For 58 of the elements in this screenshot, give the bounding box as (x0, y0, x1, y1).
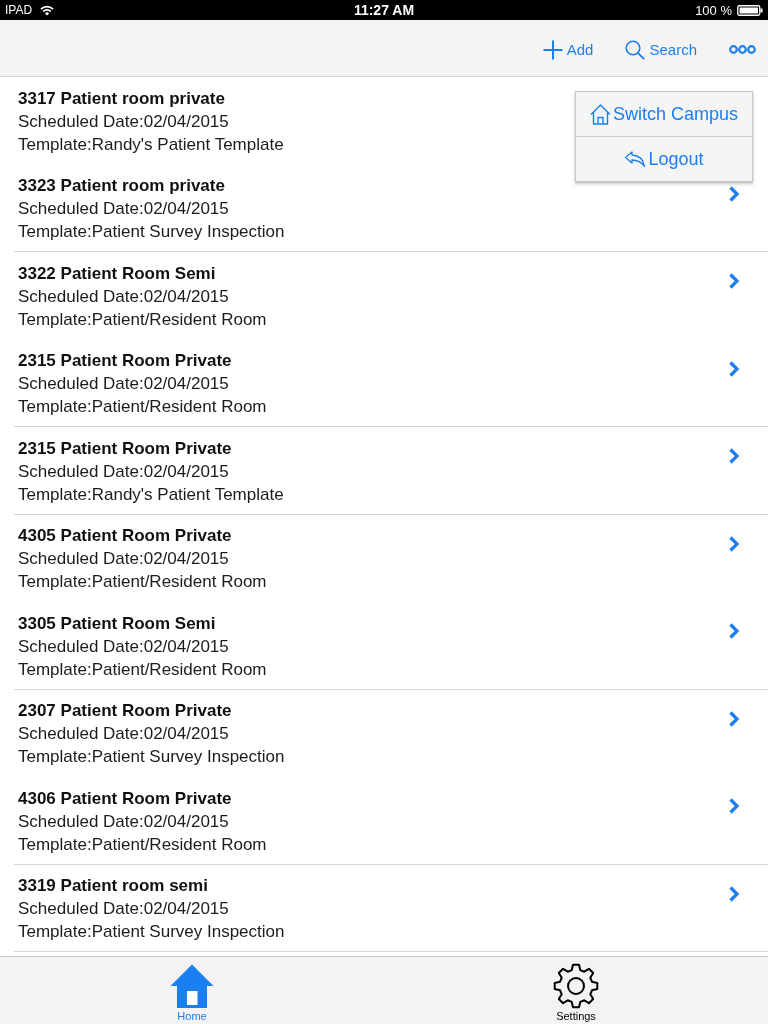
room-title: 3319 Patient room semi (18, 875, 209, 897)
template-name: Template:Patient/Resident Room (18, 396, 267, 418)
scheduled-date: Scheduled Date:02/04/2015 (18, 898, 230, 920)
room-title: 3317 Patient room private (18, 87, 226, 110)
room-title: 4306 Patient Room Private (18, 787, 233, 810)
add-button[interactable]: Add (542, 39, 594, 60)
scheduled-date: Scheduled Date:02/04/2015 (18, 198, 230, 220)
chevron-right-icon[interactable] (728, 709, 740, 728)
more-icon (729, 45, 756, 54)
room-title: 3305 Patient Room Semi (18, 612, 217, 635)
template-name: Template:Patient/Resident Room (18, 308, 267, 331)
chevron-right-icon[interactable] (728, 797, 740, 815)
chevron-right-icon[interactable] (728, 184, 740, 203)
scheduled-date: Scheduled Date:02/04/2015 (18, 460, 230, 483)
template-name: Template:Patient Survey Inspection (18, 921, 285, 943)
template-name: Template:Patient Survey Inspection (18, 746, 285, 768)
room-title: 2315 Patient Room Private (18, 437, 233, 460)
room-title: 2315 Patient Room Private (18, 350, 233, 372)
home-tab[interactable]: Home (152, 957, 232, 1024)
menu-item[interactable]: Logout (576, 136, 752, 181)
reply-arrow-icon (624, 150, 647, 168)
room-title: 3323 Patient room private (18, 175, 226, 197)
scheduled-date: Scheduled Date:02/04/2015 (18, 110, 230, 133)
menu-item[interactable]: Switch Campus (576, 92, 752, 136)
house-icon (589, 103, 611, 125)
template-name: Template:Patient/Resident Room (18, 833, 267, 856)
scheduled-date: Scheduled Date:02/04/2015 (18, 810, 230, 833)
chevron-right-icon[interactable] (728, 272, 740, 290)
room-title: 4305 Patient Room Private (18, 525, 233, 547)
scheduled-date: Scheduled Date:02/04/2015 (18, 285, 230, 308)
more-button[interactable] (729, 45, 756, 54)
clock-time: 11:27 AM (353, 2, 415, 18)
battery-percent: 100 % (695, 2, 732, 18)
settings-tab[interactable]: Settings (536, 957, 616, 1024)
wifi-icon (40, 4, 55, 16)
chevron-right-icon[interactable] (728, 534, 740, 553)
device-name: IPAD (5, 3, 33, 17)
template-name: Template:Patient/Resident Room (18, 658, 267, 681)
home-icon (169, 963, 215, 1009)
search-button[interactable]: Search (625, 39, 697, 60)
scheduled-date: Scheduled Date:02/04/2015 (18, 723, 230, 745)
template-name: Template:Randy's Patient Template (18, 133, 284, 156)
scheduled-date: Scheduled Date:02/04/2015 (18, 548, 230, 570)
gear-icon (553, 963, 599, 1009)
scheduled-date: Scheduled Date:02/04/2015 (18, 635, 230, 658)
chevron-right-icon[interactable] (728, 359, 740, 378)
template-name: Template:Randy's Patient Template (18, 483, 284, 506)
chevron-right-icon[interactable] (728, 884, 740, 903)
template-name: Template:Patient/Resident Room (18, 571, 267, 593)
room-title: 3322 Patient Room Semi (18, 262, 217, 285)
template-name: Template:Patient Survey Inspection (18, 221, 285, 243)
room-title: 2307 Patient Room Private (18, 700, 233, 722)
chevron-right-icon[interactable] (728, 622, 740, 640)
chevron-right-icon[interactable] (728, 447, 740, 465)
plus-icon (542, 39, 563, 60)
scheduled-date: Scheduled Date:02/04/2015 (18, 373, 230, 395)
search-icon (625, 39, 646, 60)
battery-icon (737, 4, 763, 16)
